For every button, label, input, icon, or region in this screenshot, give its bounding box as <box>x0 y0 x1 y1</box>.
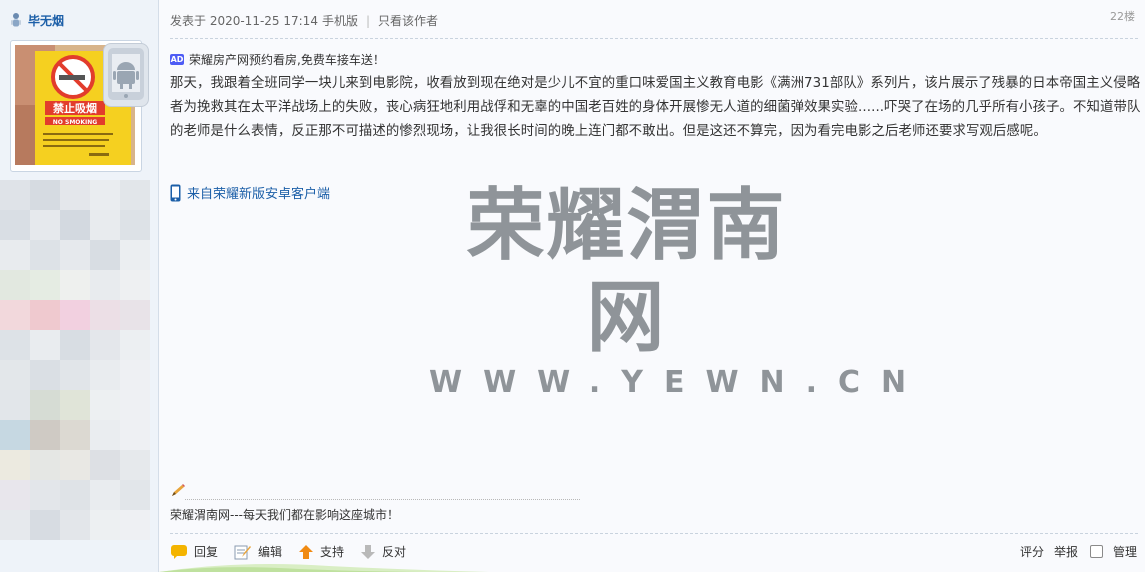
user-icon <box>8 12 24 28</box>
author-row: 毕无烟 <box>8 10 64 30</box>
client-link-text[interactable]: 来自荣耀新版安卓客户端 <box>187 183 330 202</box>
divider <box>170 38 1138 39</box>
post-meta: 发表于 2020-11-25 17:14 手机版 | 只看该作者 <box>170 12 438 29</box>
grass-decoration <box>159 564 489 572</box>
signature-divider <box>185 499 580 500</box>
manage-link[interactable]: 管理 <box>1113 543 1137 560</box>
meta-separator: | <box>365 13 371 28</box>
ad-badge-icon: AD <box>170 54 184 65</box>
android-icon <box>103 43 149 107</box>
avatar-sign-subtitle: NO SMOKING <box>53 119 98 126</box>
ad-text[interactable]: 荣耀房产网预约看房,免费车接车送！ <box>189 51 385 68</box>
signature: 荣耀渭南网---每天我们都在影响这座城市！ <box>170 508 399 522</box>
manage-checkbox[interactable] <box>1089 545 1103 558</box>
only-author-link[interactable]: 只看该作者 <box>378 12 438 29</box>
post-content: 那天，我跟着全班同学一块儿来到电影院，收看放到现在绝对是少儿不宜的重口味爱国主义… <box>170 76 1141 139</box>
author-sidebar: 毕无烟 禁止吸烟 NO SMOKING <box>0 0 159 572</box>
report-link[interactable]: 举报 <box>1054 543 1078 560</box>
watermark-title: 荣耀渭南网 <box>466 181 787 363</box>
floor-number[interactable]: 22楼 <box>1110 8 1135 24</box>
author-name-link[interactable]: 毕无烟 <box>28 12 64 29</box>
watermark: 荣耀渭南网 WWW.YEWN.CN <box>429 180 928 402</box>
post-body: 发表于 2020-11-25 17:14 手机版 | 只看该作者 22楼 AD … <box>159 0 1145 572</box>
rate-link[interactable]: 评分 <box>1020 543 1044 560</box>
post-device-link[interactable]: 手机版 <box>322 12 358 29</box>
client-link[interactable]: 来自荣耀新版安卓客户端 <box>170 183 330 202</box>
divider <box>170 533 1138 534</box>
post-time: 发表于 2020-11-25 17:14 <box>170 14 318 28</box>
watermark-url: WWW.YEWN.CN <box>429 365 928 400</box>
blurred-profile-info <box>0 180 158 540</box>
pencil-icon <box>170 484 186 498</box>
avatar-sign-title: 禁止吸烟 <box>53 101 97 115</box>
phone-icon <box>170 184 181 202</box>
post-admin-actions: 评分 举报 管理 <box>1010 543 1137 560</box>
ad-link[interactable]: AD 荣耀房产网预约看房,免费车接车送！ <box>170 51 385 68</box>
